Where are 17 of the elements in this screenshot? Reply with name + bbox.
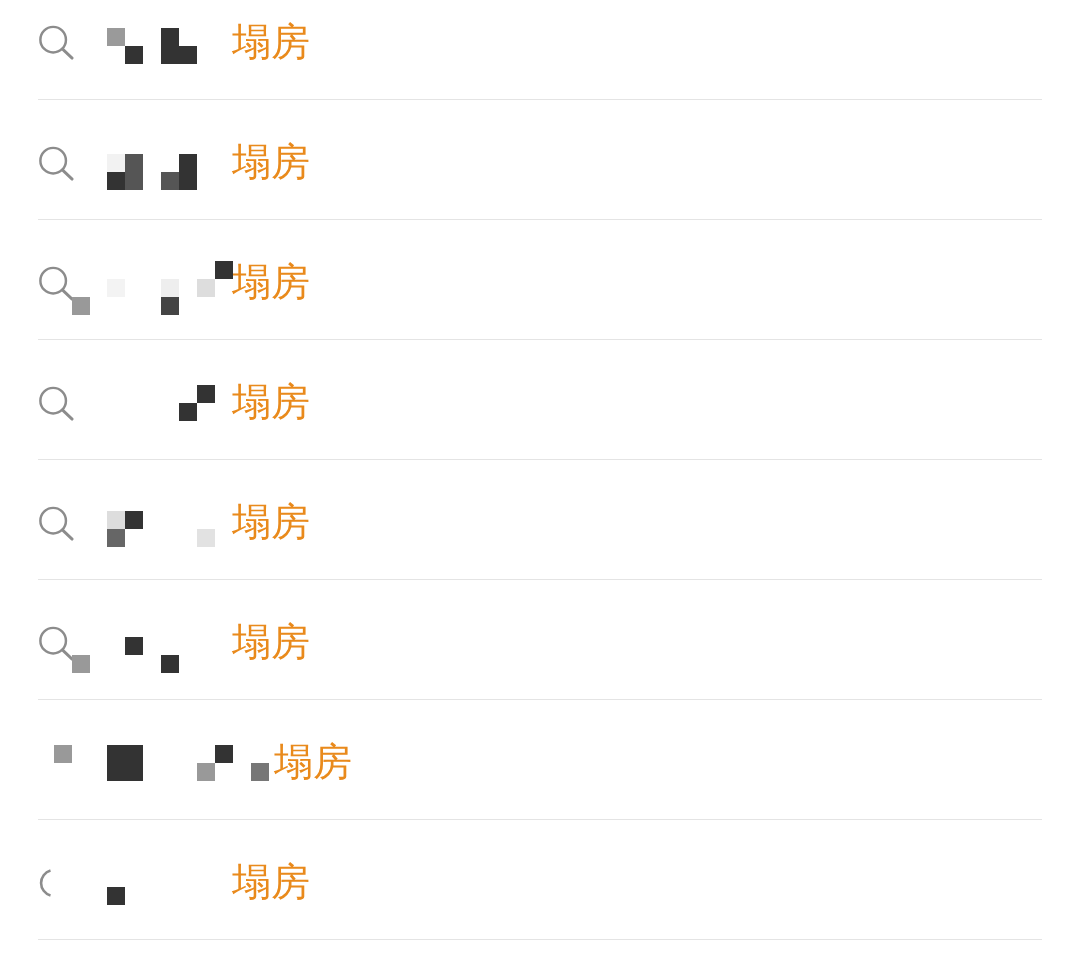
- mosaic-redaction-drawing: [107, 887, 125, 905]
- arc-icon: [38, 868, 52, 897]
- search-icon: [38, 384, 74, 422]
- suggestion-text[interactable]: 塌房: [232, 499, 310, 546]
- suggestion-text[interactable]: 塌房: [232, 859, 310, 906]
- suggestion-text[interactable]: 塌房: [232, 259, 310, 306]
- search-icon: [38, 504, 74, 542]
- suggestion-text[interactable]: 塌房: [232, 139, 310, 186]
- search-icon: [38, 624, 74, 662]
- suggestion-text[interactable]: 塌房: [232, 18, 310, 66]
- search-icon: [38, 264, 74, 302]
- suggestion-text[interactable]: 塌房: [232, 379, 310, 426]
- suggestion-text[interactable]: 塌房: [274, 739, 352, 786]
- mosaic-redaction-drawing: [179, 385, 215, 421]
- search-icon: [38, 144, 74, 182]
- search-icon: [38, 24, 74, 61]
- suggestion-text[interactable]: 塌房: [232, 619, 310, 666]
